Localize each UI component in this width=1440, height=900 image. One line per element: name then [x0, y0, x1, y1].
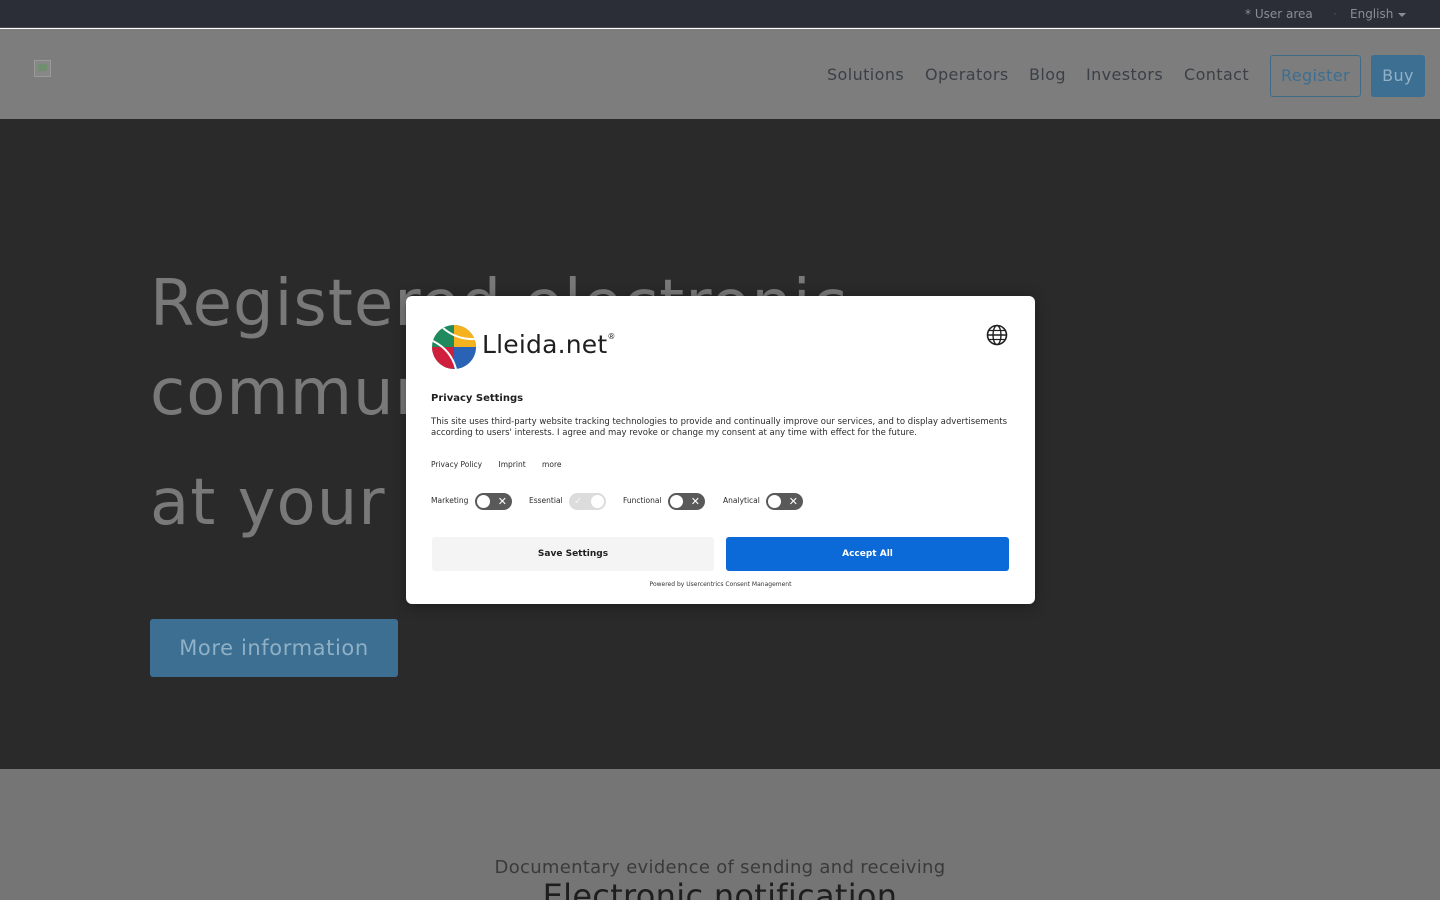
analytical-label: Analytical [723, 496, 760, 505]
essential-label: Essential [529, 496, 563, 505]
toggle-knob [477, 495, 490, 508]
dialog-description: This site uses third-party website track… [431, 417, 1008, 438]
marketing-toggle[interactable]: ✕ [475, 493, 512, 510]
notification-section: Documentary evidence of sending and rece… [0, 769, 1440, 900]
nav-blog[interactable]: Blog [1029, 65, 1066, 84]
language-globe-icon[interactable] [986, 324, 1008, 346]
accept-all-button[interactable]: Accept All [726, 537, 1009, 571]
dialog-title: Privacy Settings [431, 393, 524, 404]
site-logo-broken-image[interactable] [34, 60, 51, 77]
marketing-label: Marketing [431, 496, 469, 505]
top-utility-bar: * User area · English [0, 0, 1440, 28]
functional-toggle[interactable]: ✕ [668, 493, 705, 510]
more-information-button[interactable]: More information [150, 619, 398, 677]
essential-toggle: ✓ [569, 493, 606, 510]
user-area-link[interactable]: * User area [1245, 0, 1313, 28]
analytical-toggle[interactable]: ✕ [766, 493, 803, 510]
section-title: Electronic notification [542, 877, 898, 900]
nav-investors[interactable]: Investors [1086, 65, 1163, 84]
section-subtitle: Documentary evidence of sending and rece… [494, 857, 946, 878]
lleida-globe-logo-icon [432, 325, 476, 370]
imprint-link[interactable]: Imprint [499, 460, 526, 469]
save-settings-button[interactable]: Save Settings [432, 537, 714, 571]
nav-contact[interactable]: Contact [1184, 65, 1249, 84]
privacy-settings-dialog: Lleida.net® Privacy Settings This site u… [406, 296, 1035, 604]
registered-mark: ® [607, 332, 616, 341]
more-link[interactable]: more [542, 460, 561, 469]
caret-down-icon [1398, 12, 1407, 17]
toggle-knob [768, 495, 781, 508]
site-header: Solutions Operators Blog Investors Conta… [0, 29, 1440, 119]
close-x-icon: ✕ [497, 495, 507, 508]
privacy-policy-link[interactable]: Privacy Policy [431, 460, 482, 469]
functional-label: Functional [623, 496, 662, 505]
language-label: English [1350, 7, 1394, 21]
toggle-knob [591, 495, 604, 508]
close-x-icon: ✕ [690, 495, 700, 508]
nav-solutions[interactable]: Solutions [827, 65, 904, 84]
nav-operators[interactable]: Operators [925, 65, 1009, 84]
policy-links: Privacy Policy Imprint more [431, 460, 575, 469]
powered-by-text: Powered by Usercentrics Consent Manageme… [649, 581, 792, 588]
close-x-icon: ✕ [788, 495, 798, 508]
register-button[interactable]: Register [1270, 55, 1361, 97]
topbar-separator: · [1333, 7, 1337, 21]
brand-name: Lleida.net® [482, 330, 616, 359]
toggle-knob [670, 495, 683, 508]
checkmark-icon: ✓ [574, 496, 583, 507]
buy-button[interactable]: Buy [1371, 55, 1425, 97]
language-selector[interactable]: English [1350, 0, 1407, 28]
